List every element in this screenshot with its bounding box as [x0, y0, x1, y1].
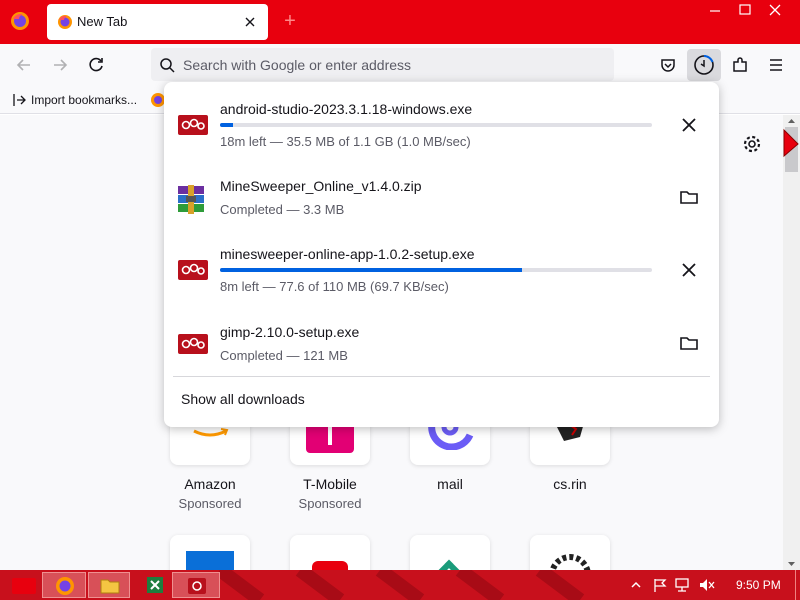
chevron-up-icon[interactable]: [630, 578, 642, 592]
download-progress-bar: [220, 123, 652, 127]
pocket-icon[interactable]: [655, 52, 681, 78]
url-bar[interactable]: [151, 48, 614, 81]
exe-installer-icon: [178, 115, 208, 135]
start-button[interactable]: [4, 572, 42, 598]
download-filename: MineSweeper_Online_v1.4.0.zip: [220, 178, 422, 194]
vertical-scrollbar[interactable]: [783, 115, 800, 570]
tab-bar: New Tab +: [0, 0, 800, 44]
downloads-progress-icon: [694, 54, 714, 75]
download-progress-bar: [220, 268, 652, 272]
download-filename: android-studio-2023.3.1.18-windows.exe: [220, 101, 473, 117]
gear-icon[interactable]: [742, 134, 762, 154]
amazon-logo-icon: [193, 428, 229, 437]
taskbar: 9:50 PM: [0, 570, 800, 600]
download-status: 18m left — 35.5 MB of 1.1 GB (1.0 MB/sec…: [220, 134, 471, 149]
folder-icon[interactable]: [678, 332, 700, 354]
import-bookmarks-button[interactable]: Import bookmarks...: [12, 91, 137, 109]
taskbar-file-explorer[interactable]: [88, 572, 130, 598]
shortcut-label: cs.rin: [553, 476, 587, 492]
clock[interactable]: 9:50 PM: [736, 578, 781, 592]
forward-arrow-icon[interactable]: [47, 52, 73, 78]
shortcut-label: mail: [437, 476, 463, 492]
scroll-down-arrow-icon[interactable]: [783, 558, 800, 570]
download-status: Completed — 3.3 MB: [220, 202, 345, 217]
new-tab-button[interactable]: +: [280, 11, 300, 32]
downloads-panel: android-studio-2023.3.1.18-windows.exe 1…: [164, 82, 719, 427]
download-status: Completed — 121 MB: [220, 348, 348, 363]
shortcut-sponsored: Sponsored: [178, 496, 242, 511]
taskbar-excel[interactable]: [142, 572, 168, 598]
firefox-logo-icon[interactable]: [10, 11, 30, 31]
shortcut-tile[interactable]: [410, 535, 490, 570]
download-progress-fill: [220, 268, 523, 272]
firefox-icon: [56, 577, 74, 595]
folder-icon: [100, 579, 120, 594]
import-bookmarks-label: Import bookmarks...: [31, 93, 138, 107]
shortcut-tile[interactable]: [170, 535, 250, 570]
show-all-downloads-button[interactable]: Show all downloads: [181, 391, 305, 407]
minimize-icon[interactable]: [700, 0, 730, 22]
exe-installer-icon: [178, 334, 208, 354]
zip-archive-icon: [178, 185, 204, 214]
tab-new-tab[interactable]: New Tab: [47, 4, 268, 40]
app-icon: [188, 578, 206, 594]
tab-title: New Tab: [77, 14, 128, 29]
shortcut-label: Amazon: [184, 476, 236, 492]
import-icon: [13, 94, 26, 106]
scroll-up-arrow-icon[interactable]: [783, 115, 800, 127]
close-tab-icon[interactable]: [242, 14, 258, 30]
download-filename: minesweeper-online-app-1.0.2-setup.exe: [220, 246, 475, 262]
download-status: 8m left — 77.6 of 110 MB (69.7 KB/sec): [220, 279, 449, 294]
volume-muted-icon[interactable]: [698, 577, 716, 593]
panel-divider: [173, 376, 710, 377]
red-logo-icon: [312, 561, 348, 570]
download-item[interactable]: gimp-2.10.0-setup.exe Completed — 121 MB: [164, 302, 719, 372]
downloads-button[interactable]: [687, 49, 721, 81]
download-item[interactable]: minesweeper-online-app-1.0.2-setup.exe 8…: [164, 232, 719, 302]
shortcut-tile[interactable]: [530, 535, 610, 570]
search-input[interactable]: [183, 55, 583, 75]
download-item[interactable]: android-studio-2023.3.1.18-windows.exe 1…: [164, 82, 719, 152]
taskbar-firefox[interactable]: [42, 572, 86, 598]
download-progress-fill: [220, 123, 233, 127]
exe-installer-icon: [178, 260, 208, 280]
close-window-icon[interactable]: [760, 0, 790, 22]
excel-icon: [147, 577, 163, 593]
extensions-icon[interactable]: [727, 52, 753, 78]
download-item[interactable]: MineSweeper_Online_v1.4.0.zip Completed …: [164, 157, 719, 227]
cancel-download-icon[interactable]: [678, 259, 700, 281]
back-arrow-icon[interactable]: [11, 52, 37, 78]
cancel-download-icon[interactable]: [678, 114, 700, 136]
action-center-flag-icon[interactable]: [652, 577, 668, 593]
network-icon[interactable]: [674, 577, 692, 593]
maximize-icon[interactable]: [730, 0, 760, 22]
search-icon: [160, 58, 175, 73]
green-logo-icon: [430, 559, 468, 570]
taskbar-app[interactable]: [172, 572, 220, 598]
firefox-tab-icon: [58, 15, 72, 29]
folder-icon[interactable]: [678, 186, 700, 208]
wheel-logo-icon: [549, 554, 591, 570]
shortcut-tile[interactable]: [290, 535, 370, 570]
shortcut-label: T-Mobile: [303, 476, 357, 492]
hamburger-menu-icon[interactable]: [763, 52, 789, 78]
download-filename: gimp-2.10.0-setup.exe: [220, 324, 360, 340]
shortcut-sponsored: Sponsored: [298, 496, 362, 511]
mouse-cursor-icon: [783, 128, 799, 158]
show-desktop-button[interactable]: [795, 570, 800, 600]
reload-icon[interactable]: [83, 52, 109, 78]
blue-logo-icon: [186, 551, 234, 570]
